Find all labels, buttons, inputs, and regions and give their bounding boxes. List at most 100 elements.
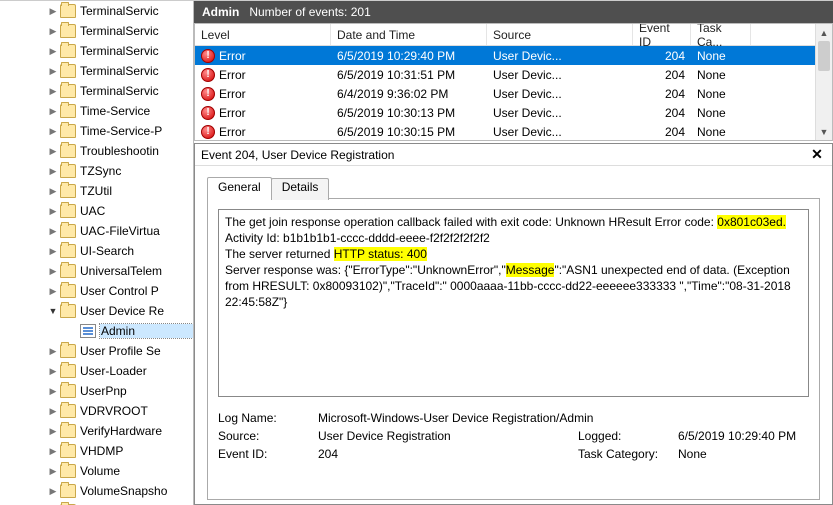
tree-folder[interactable]: ▶UI-Search bbox=[0, 241, 193, 261]
close-icon[interactable]: ✕ bbox=[808, 146, 826, 164]
cell-source: User Devic... bbox=[487, 87, 633, 101]
tree-folder[interactable]: ▶TerminalServic bbox=[0, 21, 193, 41]
scroll-down-icon[interactable]: ▼ bbox=[816, 123, 832, 140]
cell-eventid: 204 bbox=[633, 125, 691, 139]
chevron-icon[interactable]: ▶ bbox=[46, 166, 60, 177]
table-row[interactable]: !Error6/5/2019 10:31:51 PMUser Devic...2… bbox=[195, 65, 815, 84]
tree-folder[interactable]: ▶ Volume bbox=[0, 461, 193, 481]
tree-folder[interactable]: ▶TZUtil bbox=[0, 181, 193, 201]
event-count: Number of events: 201 bbox=[249, 5, 370, 19]
tree-folder[interactable]: ▶ TerminalServic bbox=[0, 41, 193, 61]
chevron-icon[interactable]: ▼ bbox=[46, 306, 60, 316]
folder-icon bbox=[60, 484, 76, 498]
tree-folder[interactable]: ▶UAC bbox=[0, 201, 193, 221]
chevron-icon[interactable]: ▶ bbox=[46, 46, 60, 57]
chevron-icon[interactable]: ▶ bbox=[46, 6, 60, 17]
col-eventid[interactable]: Event ID bbox=[633, 24, 691, 45]
tree-folder[interactable]: ▶UAC-FileVirtua bbox=[0, 221, 193, 241]
chevron-icon[interactable]: ▶ bbox=[46, 126, 60, 137]
tree-folder[interactable]: ▶TerminalServic bbox=[0, 81, 193, 101]
table-row[interactable]: !Error6/5/2019 10:29:40 PMUser Devic...2… bbox=[195, 46, 815, 65]
tree-folder[interactable]: ▶ VerifyHardware bbox=[0, 421, 193, 441]
cell-level: Error bbox=[219, 68, 246, 82]
tree-item-label: TerminalServic bbox=[80, 44, 193, 58]
tree-folder[interactable]: ▶UniversalTelem bbox=[0, 261, 193, 281]
folder-icon bbox=[60, 444, 76, 458]
tree-folder[interactable]: ▶VDRVROOT bbox=[0, 401, 193, 421]
cell-date: 6/5/2019 10:29:40 PM bbox=[331, 49, 487, 63]
tree-folder[interactable]: ▶Troubleshootin bbox=[0, 141, 193, 161]
chevron-icon[interactable]: ▶ bbox=[46, 286, 60, 297]
tree-folder[interactable]: ▶TZSync bbox=[0, 161, 193, 181]
table-row[interactable]: !Error6/5/2019 10:30:15 PMUser Devic...2… bbox=[195, 122, 815, 140]
tree-folder[interactable]: ▼User Device Re bbox=[0, 301, 193, 321]
tree-folder[interactable]: ▶ User-Loader bbox=[0, 361, 193, 381]
col-taskcat[interactable]: Task Ca... bbox=[691, 24, 751, 45]
col-level[interactable]: Level bbox=[195, 24, 331, 45]
chevron-icon[interactable]: ▶ bbox=[46, 426, 60, 437]
folder-icon bbox=[60, 344, 76, 358]
chevron-icon[interactable]: ▶ bbox=[46, 466, 60, 477]
cell-eventid: 204 bbox=[633, 68, 691, 82]
cell-date: 6/5/2019 10:31:51 PM bbox=[331, 68, 487, 82]
chevron-icon[interactable]: ▶ bbox=[46, 366, 60, 377]
tree-folder[interactable]: ▶VHDMP bbox=[0, 441, 193, 461]
chevron-icon[interactable]: ▶ bbox=[46, 406, 60, 417]
col-source[interactable]: Source bbox=[487, 24, 633, 45]
tree-folder[interactable]: ▶ VolumeSnapsho bbox=[0, 481, 193, 501]
tree-leaf[interactable]: Admin bbox=[0, 321, 193, 341]
scroll-thumb[interactable] bbox=[818, 41, 830, 71]
folder-icon bbox=[60, 284, 76, 298]
chevron-icon[interactable]: ▶ bbox=[46, 226, 60, 237]
chevron-icon[interactable]: ▶ bbox=[46, 26, 60, 37]
cell-taskcat: None bbox=[691, 106, 751, 120]
chevron-icon[interactable]: ▶ bbox=[46, 486, 60, 497]
event-list[interactable]: Level Date and Time Source Event ID Task… bbox=[194, 23, 833, 141]
tree-item-label: User Control P bbox=[80, 284, 193, 298]
chevron-icon[interactable]: ▶ bbox=[46, 266, 60, 277]
folder-icon bbox=[60, 144, 76, 158]
tree-item-label: Volume bbox=[80, 464, 193, 478]
tree-folder[interactable]: ▶ UserPnp bbox=[0, 381, 193, 401]
chevron-icon[interactable]: ▶ bbox=[46, 446, 60, 457]
tree-folder[interactable]: ▶Time-Service bbox=[0, 101, 193, 121]
folder-icon bbox=[60, 24, 76, 38]
cell-taskcat: None bbox=[691, 68, 751, 82]
chevron-icon[interactable]: ▶ bbox=[46, 66, 60, 77]
chevron-icon[interactable]: ▶ bbox=[46, 146, 60, 157]
table-row[interactable]: !Error6/5/2019 10:30:13 PMUser Devic...2… bbox=[195, 103, 815, 122]
prop-eventid-value: 204 bbox=[318, 447, 578, 461]
tree-item-label: VerifyHardware bbox=[80, 424, 193, 438]
chevron-icon[interactable]: ▶ bbox=[46, 346, 60, 357]
tab-general[interactable]: General bbox=[207, 177, 272, 199]
tree-folder[interactable]: ▶Time-Service-P bbox=[0, 121, 193, 141]
chevron-icon[interactable]: ▶ bbox=[46, 186, 60, 197]
chevron-icon[interactable]: ▶ bbox=[46, 86, 60, 97]
list-scrollbar[interactable]: ▲ ▼ bbox=[815, 24, 832, 140]
folder-icon bbox=[60, 204, 76, 218]
cell-level: Error bbox=[219, 87, 246, 101]
folder-icon bbox=[60, 464, 76, 478]
chevron-icon[interactable]: ▶ bbox=[46, 106, 60, 117]
scroll-up-icon[interactable]: ▲ bbox=[816, 24, 832, 41]
tree-item-label: VolumeSnapsho bbox=[80, 484, 193, 498]
tree-folder[interactable]: ▶TerminalServic bbox=[0, 61, 193, 81]
tree-view[interactable]: ▶TerminalServic▶TerminalServic▶TerminalS… bbox=[0, 1, 194, 505]
column-headers[interactable]: Level Date and Time Source Event ID Task… bbox=[195, 24, 815, 46]
chevron-icon[interactable]: ▶ bbox=[46, 246, 60, 257]
folder-icon bbox=[60, 384, 76, 398]
tree-folder[interactable]: ▶ User Control P bbox=[0, 281, 193, 301]
tree-folder[interactable]: ▶Vpn Plugin Pla bbox=[0, 501, 193, 505]
col-datetime[interactable]: Date and Time bbox=[331, 24, 487, 45]
prop-source-label: Source: bbox=[218, 429, 318, 443]
chevron-icon[interactable]: ▶ bbox=[46, 206, 60, 217]
event-message[interactable]: The get join response operation callback… bbox=[218, 209, 809, 397]
chevron-icon[interactable]: ▶ bbox=[46, 386, 60, 397]
tree-item-label: User-Loader bbox=[80, 364, 193, 378]
cell-eventid: 204 bbox=[633, 49, 691, 63]
tree-item-label: UserPnp bbox=[80, 384, 193, 398]
tab-details[interactable]: Details bbox=[271, 178, 330, 200]
table-row[interactable]: !Error6/4/2019 9:36:02 PMUser Devic...20… bbox=[195, 84, 815, 103]
tree-folder[interactable]: ▶TerminalServic bbox=[0, 1, 193, 21]
tree-folder[interactable]: ▶User Profile Se bbox=[0, 341, 193, 361]
